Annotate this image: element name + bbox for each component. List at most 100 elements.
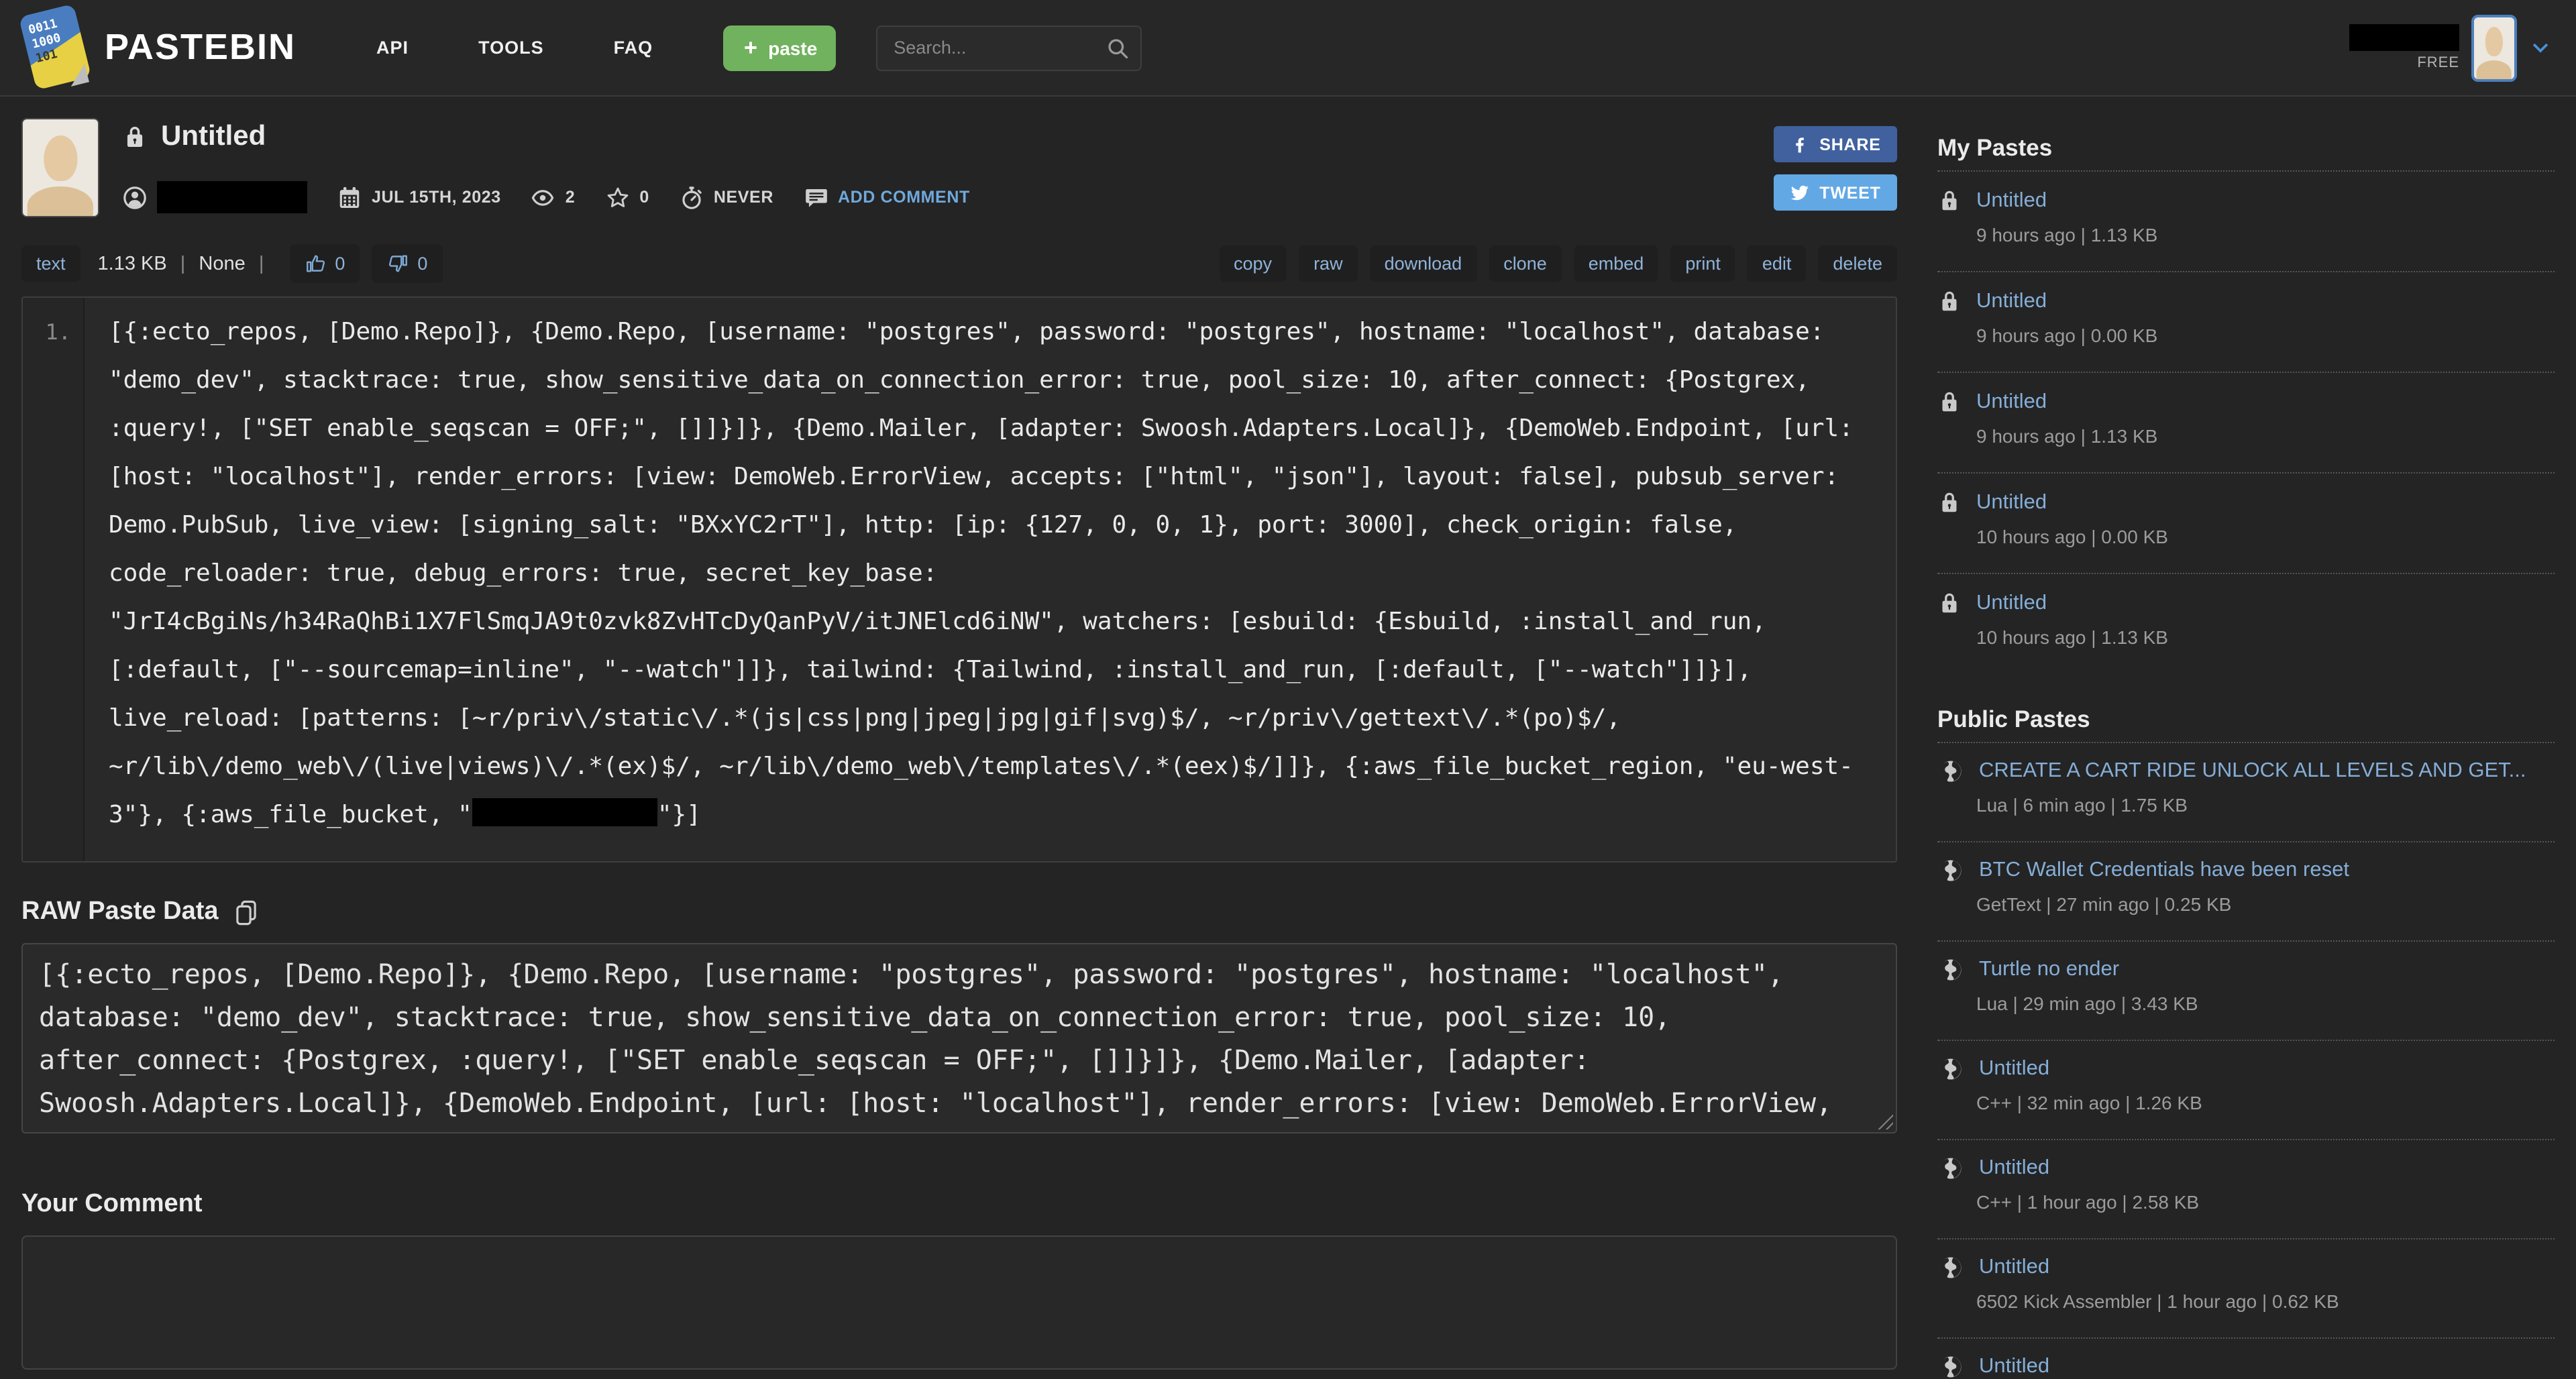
delete-action[interactable]: delete (1818, 245, 1897, 282)
clone-action[interactable]: clone (1489, 245, 1562, 282)
paste-code-viewer: 1. [{:ecto_repos, [Demo.Repo]}, {Demo.Re… (21, 296, 1897, 863)
embed-action[interactable]: embed (1573, 245, 1659, 282)
copy-action[interactable]: copy (1219, 245, 1287, 282)
paste-size: 1.13 KB (97, 253, 167, 274)
private-lock-icon (122, 122, 148, 152)
list-item: Untitled 10 hours ago | 1.13 KB (1937, 574, 2555, 665)
paste-meta-row: JUL 15TH, 2023 2 0 NEVER ADD COMMENT (122, 181, 1774, 213)
paste-link[interactable]: Turtle no ender (1979, 958, 2119, 982)
like-button[interactable]: 0 (289, 244, 360, 283)
lock-icon (1937, 287, 1962, 315)
dislike-button[interactable]: 0 (372, 244, 443, 283)
list-item: Untitled 9 hours ago | 1.13 KB (1937, 172, 2555, 263)
thumb-down-icon (386, 252, 409, 275)
paste-link[interactable]: Untitled (1976, 390, 2047, 414)
calendar-icon (337, 184, 362, 210)
account-area: FREE (2349, 14, 2552, 81)
paste-author-avatar[interactable] (21, 118, 99, 217)
plan-badge: FREE (2417, 55, 2459, 71)
expire-timer-icon (679, 184, 704, 210)
raw-paste-heading: RAW Paste Data (21, 897, 1897, 927)
paste-link[interactable]: Untitled (1976, 289, 2047, 313)
comment-input[interactable] (21, 1235, 1897, 1370)
paste-meta: C++ | 32 min ago | 1.26 KB (1976, 1092, 2202, 1113)
views-icon (531, 184, 556, 210)
paste-category: None (199, 253, 246, 274)
paste-link[interactable]: BTC Wallet Credentials have been reset (1979, 859, 2349, 883)
search-box (876, 25, 1142, 70)
paste-link[interactable]: Untitled (1976, 490, 2047, 514)
redacted-bucket-name (472, 798, 657, 826)
facebook-icon (1790, 134, 1810, 154)
list-item: Untitled 6502 Kick Assembler | 1 hour ag… (1937, 1339, 2555, 1379)
paste-link[interactable]: CREATE A CART RIDE UNLOCK ALL LEVELS AND… (1979, 759, 2526, 783)
paste-link[interactable]: Untitled (1979, 1256, 2049, 1280)
redacted-username (2349, 24, 2459, 51)
redacted-author-name[interactable] (157, 181, 307, 213)
paste-link[interactable]: Untitled (1979, 1156, 2049, 1180)
star-icon[interactable] (604, 184, 630, 210)
raw-paste-textarea[interactable]: [{:ecto_repos, [Demo.Repo]}, {Demo.Repo,… (21, 943, 1897, 1134)
new-paste-button[interactable]: paste (722, 25, 837, 70)
public-pastes-heading: Public Pastes (1937, 706, 2090, 732)
edit-action[interactable]: edit (1747, 245, 1807, 282)
share-label: SHARE (1819, 135, 1881, 154)
expire-value: NEVER (713, 188, 773, 207)
user-icon (122, 184, 148, 210)
lock-icon (1937, 388, 1962, 416)
copy-raw-icon[interactable] (232, 898, 260, 926)
main-menu: API TOOLS FAQ (376, 38, 653, 58)
nav-item-faq[interactable]: FAQ (614, 38, 653, 58)
pastebin-logo[interactable]: 0011 1000 101 (18, 3, 92, 90)
list-item: BTC Wallet Credentials have been reset G… (1937, 842, 2555, 932)
tweet-label: TWEET (1819, 183, 1881, 202)
paste-meta: GetText | 27 min ago | 0.25 KB (1976, 893, 2232, 915)
globe-icon (1937, 1056, 1964, 1083)
my-pastes-heading: My Pastes (1937, 134, 2053, 161)
paste-link[interactable]: Untitled (1979, 1355, 2049, 1379)
list-item: Untitled 10 hours ago | 0.00 KB (1937, 474, 2555, 565)
search-icon[interactable] (1106, 36, 1130, 60)
paste-code-content[interactable]: [{:ecto_repos, [Demo.Repo]}, {Demo.Repo,… (85, 298, 1896, 861)
search-input[interactable] (876, 25, 1142, 70)
sidebar: My Pastes Untitled 9 hours ago | 1.13 KB… (1937, 97, 2555, 1379)
paste-toolbar: text 1.13 KB | None | 0 0 copy raw downl… (21, 244, 1897, 283)
views-count: 2 (565, 188, 576, 207)
share-buttons: SHARE TWEET (1774, 118, 1897, 217)
paste-meta: Lua | 6 min ago | 1.75 KB (1976, 794, 2188, 816)
paste-meta: Lua | 29 min ago | 3.43 KB (1976, 993, 2198, 1014)
paste-link[interactable]: Untitled (1979, 1057, 2049, 1081)
list-item: Untitled 6502 Kick Assembler | 1 hour ag… (1937, 1239, 2555, 1329)
account-avatar[interactable] (2471, 14, 2517, 81)
line-number: 1. (23, 298, 85, 861)
your-comment-title: Your Comment (21, 1190, 203, 1218)
code-text-tail: "}] (657, 801, 701, 829)
download-action[interactable]: download (1369, 245, 1477, 282)
page: 0011 1000 101 PASTEBIN API TOOLS FAQ paste… (0, 0, 2576, 1379)
paste-link[interactable]: Untitled (1976, 188, 2047, 213)
nav-item-tools[interactable]: TOOLS (478, 38, 544, 58)
format-chip[interactable]: text (21, 245, 80, 282)
add-comment-link[interactable]: ADD COMMENT (838, 188, 970, 207)
chevron-down-icon[interactable] (2529, 36, 2552, 59)
paste-meta: 10 hours ago | 1.13 KB (1976, 626, 2168, 648)
nav-item-api[interactable]: API (376, 38, 409, 58)
globe-icon (1937, 758, 1964, 785)
paste-meta: 10 hours ago | 0.00 KB (1976, 526, 2168, 547)
comment-icon (803, 184, 828, 210)
plus-icon (741, 39, 759, 56)
paste-link[interactable]: Untitled (1976, 591, 2047, 615)
facebook-share-button[interactable]: SHARE (1774, 126, 1897, 162)
code-text: [{:ecto_repos, [Demo.Repo]}, {Demo.Repo,… (109, 318, 1868, 829)
twitter-tweet-button[interactable]: TWEET (1774, 174, 1897, 211)
paste-meta: 9 hours ago | 1.13 KB (1976, 224, 2158, 245)
paste-header: Untitled JUL 15TH, 2023 2 0 NEVER ADD CO… (21, 97, 1897, 217)
globe-icon (1937, 1155, 1964, 1182)
brand-title[interactable]: PASTEBIN (105, 27, 296, 68)
print-action[interactable]: print (1670, 245, 1735, 282)
main-column: Untitled JUL 15TH, 2023 2 0 NEVER ADD CO… (21, 97, 1897, 1379)
dislike-count: 0 (417, 254, 428, 274)
globe-icon (1937, 857, 1964, 884)
list-item: Turtle no ender Lua | 29 min ago | 3.43 … (1937, 942, 2555, 1032)
raw-action[interactable]: raw (1299, 245, 1358, 282)
